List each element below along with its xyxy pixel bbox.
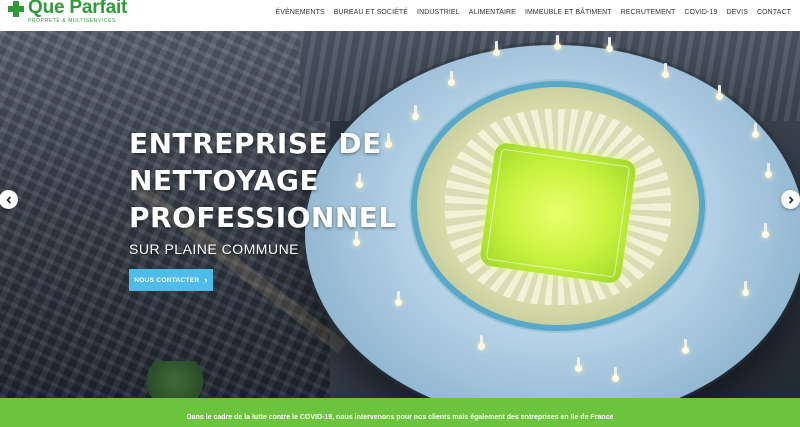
floodlight: [682, 347, 689, 354]
chevron-right-icon: ›: [204, 274, 208, 285]
hero-text: ENTREPRISE DE NETTOYAGE PROFESSIONNEL SU…: [129, 125, 397, 257]
floodlight: [612, 375, 619, 382]
plus-icon: [8, 1, 24, 17]
site-header: Que Parfait PROPRETÉ & MULTISERVICES ÉVÉ…: [0, 0, 800, 31]
nav-item-recrutement[interactable]: RECRUTEMENT: [621, 9, 676, 16]
nav-item-contact[interactable]: CONTACT: [757, 9, 791, 16]
covid-notice-text: Dans le cadre de la lutte contre le COVI…: [186, 414, 614, 421]
hero-title-line: ENTREPRISE DE: [129, 127, 382, 160]
stadium-pitch: [479, 141, 637, 285]
nav-item-immeuble-et-batiment[interactable]: IMMEUBLE ET BÂTIMENT: [525, 9, 612, 16]
logo-tagline: PROPRETÉ & MULTISERVICES: [28, 18, 116, 24]
slider-next-button[interactable]: [781, 190, 800, 209]
nav-item-evenements[interactable]: ÉVÉNEMENTS: [276, 9, 325, 16]
floodlight: [606, 45, 613, 52]
hero-title-line: NETTOYAGE: [129, 164, 320, 197]
floodlight: [765, 171, 772, 178]
floodlight: [752, 131, 759, 138]
logo-name: Que Parfait: [28, 0, 128, 18]
contact-button-label: NOUS CONTACTER: [134, 276, 200, 284]
floodlight: [762, 231, 769, 238]
floodlight: [716, 93, 723, 100]
nav-item-covid-19[interactable]: COVID-19: [684, 9, 717, 16]
nav-item-alimentaire[interactable]: ALIMENTAIRE: [469, 9, 516, 16]
nav-item-bureau-et-societe[interactable]: BUREAU ET SOCIÉTÉ: [334, 9, 408, 16]
hero-subtitle: SUR PLAINE COMMUNE: [129, 241, 300, 257]
floodlight: [493, 49, 500, 56]
covid-notice-banner: Dans le cadre de la lutte contre le COVI…: [0, 398, 800, 427]
floodlight: [395, 299, 402, 306]
floodlight: [554, 43, 561, 50]
nav-item-devis[interactable]: DEVIS: [726, 9, 748, 16]
nav-item-industriel[interactable]: INDUSTRIEL: [417, 9, 460, 16]
floodlight: [662, 71, 669, 78]
hero-slider: ENTREPRISE DE NETTOYAGE PROFESSIONNEL SU…: [0, 31, 800, 398]
chevron-right-icon: [788, 195, 794, 204]
floodlight: [412, 113, 419, 120]
floodlight: [575, 365, 582, 372]
hero-title-line: PROFESSIONNEL: [129, 201, 397, 234]
chevron-left-icon: [5, 195, 11, 204]
hero-title: ENTREPRISE DE NETTOYAGE PROFESSIONNEL: [129, 125, 397, 236]
floodlight: [448, 79, 455, 86]
floodlight: [478, 343, 485, 350]
contact-button[interactable]: NOUS CONTACTER ›: [129, 269, 213, 291]
floodlight: [742, 289, 749, 296]
main-nav: ÉVÉNEMENTS BUREAU ET SOCIÉTÉ INDUSTRIEL …: [276, 9, 792, 16]
